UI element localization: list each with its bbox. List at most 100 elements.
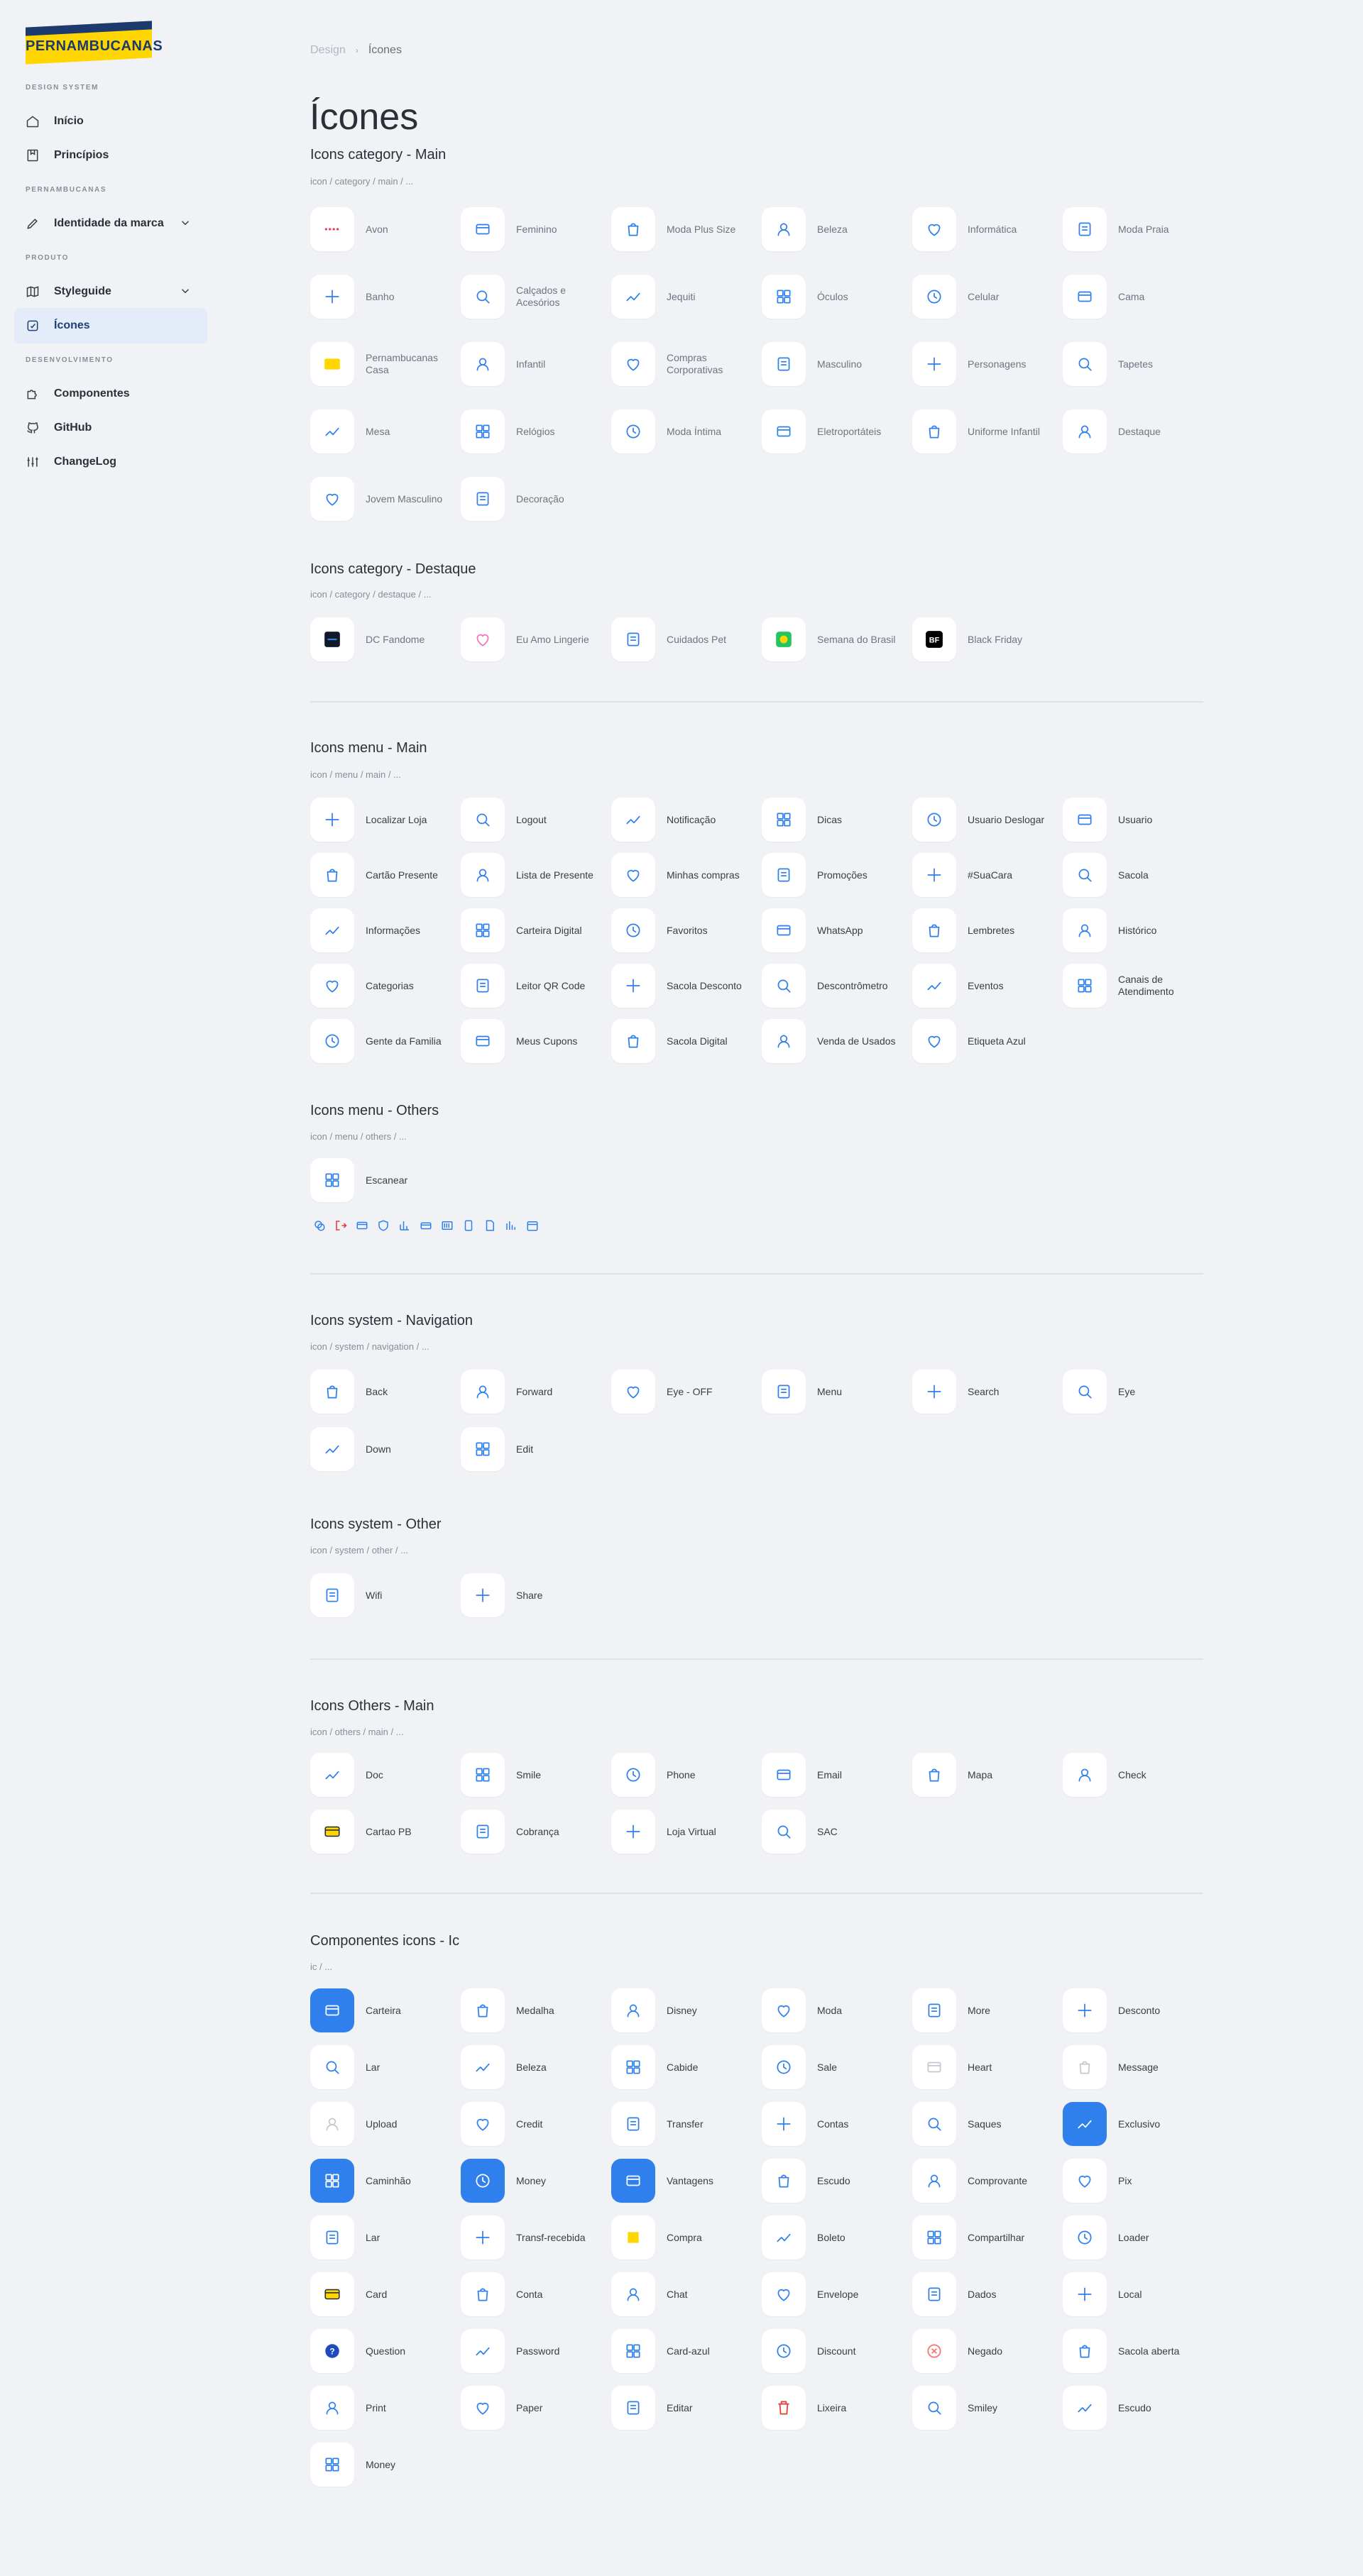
- logout-mini-icon[interactable]: [334, 1219, 347, 1232]
- icon-box[interactable]: [461, 908, 505, 952]
- icon-box[interactable]: [611, 2272, 655, 2316]
- icon-tile[interactable]: Gente da Familia: [310, 1019, 458, 1063]
- sidebar-item-componentes[interactable]: Componentes: [14, 376, 207, 412]
- icon-tile[interactable]: Forward: [461, 1370, 608, 1414]
- icon-tile[interactable]: Lar: [310, 2045, 458, 2089]
- icon-tile[interactable]: Vantagens: [611, 2159, 759, 2203]
- icon-box[interactable]: [310, 617, 354, 661]
- icon-tile[interactable]: Paper: [461, 2386, 608, 2430]
- icon-box[interactable]: [762, 409, 806, 453]
- icon-tile[interactable]: Lar: [310, 2216, 458, 2259]
- icon-box[interactable]: [310, 1158, 354, 1202]
- icon-tile[interactable]: Saques: [912, 2102, 1060, 2146]
- icon-box[interactable]: [461, 342, 505, 386]
- icon-tile[interactable]: Check: [1063, 1753, 1210, 1797]
- icon-tile[interactable]: Compra: [611, 2216, 759, 2259]
- icon-tile[interactable]: Moda Plus Size: [611, 207, 759, 251]
- icon-tile[interactable]: Sale: [762, 2045, 909, 2089]
- icon-tile[interactable]: Leitor QR Code: [461, 964, 608, 1008]
- icon-tile[interactable]: Beleza: [461, 2045, 608, 2089]
- icon-tile[interactable]: Moda Praia: [1063, 207, 1210, 251]
- icon-tile[interactable]: Semana do Brasil: [762, 617, 909, 661]
- icon-box[interactable]: [1063, 2216, 1107, 2259]
- icon-tile[interactable]: Compras Corporativas: [611, 342, 759, 386]
- icon-box[interactable]: [912, 1753, 956, 1797]
- icon-box[interactable]: [762, 2159, 806, 2203]
- icon-tile[interactable]: Informática: [912, 207, 1060, 251]
- icon-box[interactable]: [310, 1810, 354, 1854]
- icon-box[interactable]: [762, 1753, 806, 1797]
- icon-tile[interactable]: Boleto: [762, 2216, 909, 2259]
- icon-tile[interactable]: Pix: [1063, 2159, 1210, 2203]
- icon-tile[interactable]: Informações: [310, 908, 458, 952]
- icon-box[interactable]: [1063, 908, 1107, 952]
- icon-tile[interactable]: Cabide: [611, 2045, 759, 2089]
- doc-mini-icon[interactable]: [483, 1219, 496, 1232]
- icon-tile[interactable]: Beleza: [762, 207, 909, 251]
- icon-box[interactable]: BF: [912, 617, 956, 661]
- icon-box[interactable]: [762, 1810, 806, 1854]
- icon-box[interactable]: ?: [310, 2329, 354, 2373]
- icon-box[interactable]: [611, 1988, 655, 2032]
- icon-box[interactable]: [461, 2045, 505, 2089]
- icon-box[interactable]: [1063, 1370, 1107, 1414]
- icon-box[interactable]: [461, 2159, 505, 2203]
- icon-box[interactable]: [461, 2386, 505, 2430]
- icon-tile[interactable]: Smile: [461, 1753, 608, 1797]
- icon-box[interactable]: [611, 1019, 655, 1063]
- card-mini-icon[interactable]: [356, 1219, 368, 1232]
- icon-tile[interactable]: Mesa: [310, 409, 458, 453]
- icon-box[interactable]: [611, 1370, 655, 1414]
- icon-tile[interactable]: Meus Cupons: [461, 1019, 608, 1063]
- icon-tile[interactable]: Logout: [461, 798, 608, 842]
- icon-box[interactable]: [912, 798, 956, 842]
- icon-tile[interactable]: Histórico: [1063, 908, 1210, 952]
- icon-box[interactable]: [310, 2216, 354, 2259]
- icon-box[interactable]: [611, 964, 655, 1008]
- icon-tile[interactable]: Mapa: [912, 1753, 1060, 1797]
- icon-box[interactable]: [310, 2159, 354, 2203]
- icon-box[interactable]: [461, 617, 505, 661]
- icon-tile[interactable]: Masculino: [762, 342, 909, 386]
- icon-tile[interactable]: Usuario Deslogar: [912, 798, 1060, 842]
- icon-box[interactable]: [1063, 2102, 1107, 2146]
- icon-tile[interactable]: Discount: [762, 2329, 909, 2373]
- icon-box[interactable]: [461, 2102, 505, 2146]
- icon-tile[interactable]: Money: [461, 2159, 608, 2203]
- icon-box[interactable]: [461, 798, 505, 842]
- icon-box[interactable]: [461, 1988, 505, 2032]
- icon-tile[interactable]: Card: [310, 2272, 458, 2316]
- icon-tile[interactable]: Escudo: [762, 2159, 909, 2203]
- icon-box[interactable]: [461, 2272, 505, 2316]
- icon-tile[interactable]: Compartilhar: [912, 2216, 1060, 2259]
- icon-box[interactable]: [310, 964, 354, 1008]
- icon-box[interactable]: [461, 1810, 505, 1854]
- icon-tile[interactable]: Cobrança: [461, 1810, 608, 1854]
- sidebar-item-inicio[interactable]: Início: [14, 104, 207, 139]
- icon-tile[interactable]: Negado: [912, 2329, 1060, 2373]
- sidebar-item-github[interactable]: GitHub: [14, 410, 207, 446]
- sidebar-item-icones[interactable]: Ícones: [14, 308, 207, 343]
- icon-tile[interactable]: Conta: [461, 2272, 608, 2316]
- icon-box[interactable]: [310, 2102, 354, 2146]
- icon-tile[interactable]: Canais de Atendimento: [1063, 964, 1210, 1008]
- icon-box[interactable]: [762, 2045, 806, 2089]
- icon-tile[interactable]: Heart: [912, 2045, 1060, 2089]
- icon-box[interactable]: [762, 342, 806, 386]
- icon-tile[interactable]: More: [912, 1988, 1060, 2032]
- icon-box[interactable]: [310, 1370, 354, 1414]
- icon-tile[interactable]: Editar: [611, 2386, 759, 2430]
- icon-tile[interactable]: Moda: [762, 1988, 909, 2032]
- icon-tile[interactable]: Card-azul: [611, 2329, 759, 2373]
- icon-box[interactable]: [762, 853, 806, 897]
- barcode-mini-icon[interactable]: [441, 1219, 454, 1232]
- icon-tile[interactable]: Jequiti: [611, 275, 759, 319]
- icon-box[interactable]: [762, 798, 806, 842]
- icon-box[interactable]: [762, 2386, 806, 2430]
- icon-box[interactable]: [310, 1427, 354, 1471]
- icon-tile[interactable]: Credit: [461, 2102, 608, 2146]
- icon-box[interactable]: [1063, 1753, 1107, 1797]
- icon-box[interactable]: [461, 2216, 505, 2259]
- icon-box[interactable]: [310, 2443, 354, 2487]
- phone-mini-icon[interactable]: [462, 1219, 475, 1232]
